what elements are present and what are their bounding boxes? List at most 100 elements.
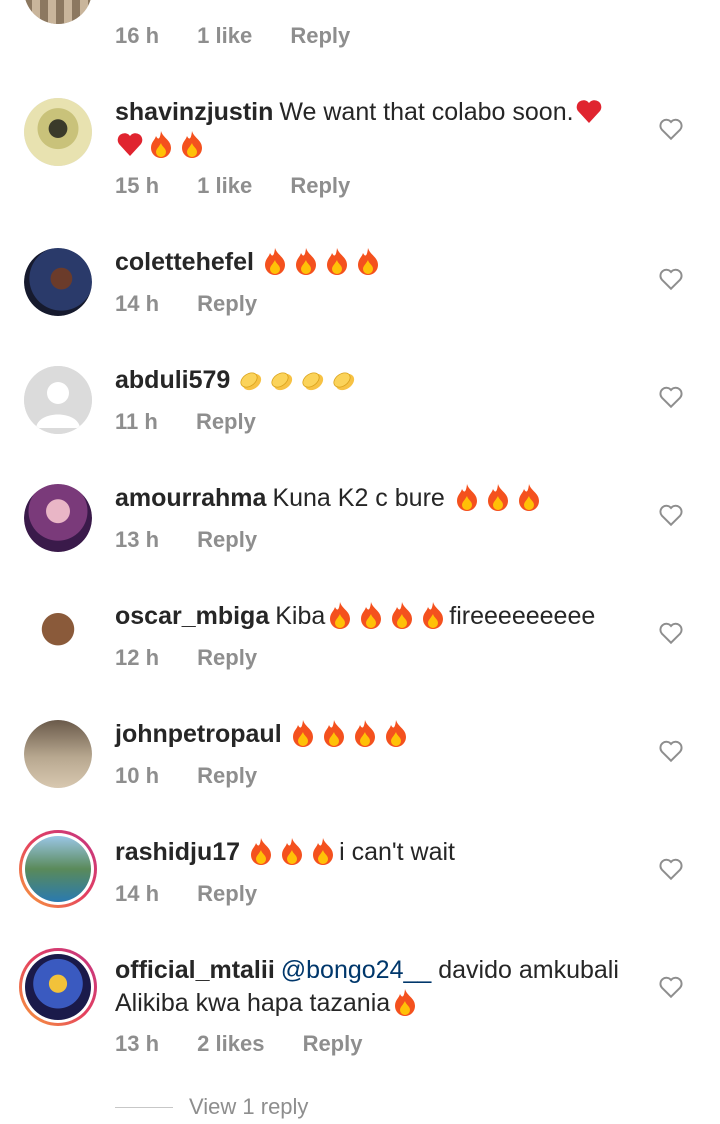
comment-meta: 11 h Reply <box>115 408 288 436</box>
like-heart-icon[interactable] <box>658 738 684 764</box>
comment-text: shavinzjustin We want that colabo soon. <box>115 96 645 162</box>
comment-username[interactable]: official_mtalii <box>115 956 275 984</box>
like-heart-icon[interactable] <box>658 502 684 528</box>
comment-meta: 12 h Reply <box>115 644 289 672</box>
clap-emoji-icon <box>298 364 328 394</box>
comment-meta: 14 h Reply <box>115 290 289 318</box>
avatar-story-ring[interactable] <box>19 830 97 908</box>
fire-emoji-icon <box>452 482 482 512</box>
comment-username[interactable]: johnpetropaul <box>115 720 282 748</box>
comment-username[interactable]: rashidju17 <box>115 838 240 866</box>
comment-username[interactable]: abduli579 <box>115 366 230 394</box>
avatar[interactable] <box>24 366 92 434</box>
like-heart-icon[interactable] <box>658 856 684 882</box>
fire-emoji-icon <box>177 129 207 159</box>
reply-button[interactable]: Reply <box>290 172 350 200</box>
like-heart-icon[interactable] <box>658 974 684 1000</box>
comment-likes[interactable]: 1 like <box>197 172 252 200</box>
comment-text: rashidju17 i can't wait <box>115 836 645 869</box>
fire-emoji-icon <box>260 246 290 276</box>
avatar[interactable] <box>24 484 92 552</box>
comment-text: johnpetropaul <box>115 718 645 751</box>
fire-emoji-icon <box>387 600 417 630</box>
comment-meta: 14 h Reply <box>115 880 289 908</box>
like-heart-icon[interactable] <box>658 266 684 292</box>
comment-body: Kuna K2 c bure <box>272 484 452 512</box>
comment-time: 13 h <box>115 527 160 552</box>
fire-emoji-icon <box>319 718 349 748</box>
reply-button[interactable]: Reply <box>197 880 257 908</box>
comment-time: 13 h <box>115 1031 160 1056</box>
avatar[interactable] <box>24 248 92 316</box>
avatar[interactable] <box>24 720 92 788</box>
clap-emoji-icon <box>329 364 359 394</box>
reply-button[interactable]: Reply <box>197 644 257 672</box>
avatar[interactable] <box>24 0 92 24</box>
comment-meta: 15 h 1 like Reply <box>115 172 382 200</box>
comment-time: 11 h <box>115 409 158 434</box>
fire-emoji-icon <box>291 246 321 276</box>
clap-emoji-icon <box>267 364 297 394</box>
fire-emoji-icon <box>350 718 380 748</box>
comment-username[interactable]: colettehefel <box>115 248 254 276</box>
heart-emoji-icon <box>115 129 145 159</box>
reply-button[interactable]: Reply <box>303 1030 363 1058</box>
avatar[interactable] <box>24 602 92 670</box>
comment-username[interactable]: amourrahma <box>115 484 266 512</box>
comment-time: 12 h <box>115 645 160 670</box>
comment-text: oscar_mbiga Kiba fireeeeeeeee <box>115 600 645 633</box>
reply-button[interactable]: Reply <box>197 762 257 790</box>
comment-time: 14 h <box>115 881 160 906</box>
fire-emoji-icon <box>381 718 411 748</box>
fire-emoji-icon <box>308 836 338 866</box>
mention-link[interactable]: @bongo24__ <box>281 956 432 984</box>
heart-emoji-icon <box>574 96 604 126</box>
comment-time: 10 h <box>115 763 160 788</box>
clap-emoji-icon <box>236 364 266 394</box>
reply-button[interactable]: Reply <box>197 526 257 554</box>
divider <box>115 1106 173 1108</box>
fire-emoji-icon <box>322 246 352 276</box>
comment-username[interactable]: shavinzjustin <box>115 98 273 126</box>
fire-emoji-icon <box>277 836 307 866</box>
comment-time: 15 h <box>115 173 160 198</box>
comment-body: We want that colabo soon. <box>279 98 574 126</box>
avatar[interactable] <box>24 98 92 166</box>
comment-body-suffix: i can't wait <box>339 838 455 866</box>
fire-emoji-icon <box>353 246 383 276</box>
comment-meta: 16 h 1 like Reply <box>115 22 382 50</box>
fire-emoji-icon <box>325 600 355 630</box>
comment-time: 16 h <box>115 23 160 48</box>
comment-text: abduli579 <box>115 364 645 397</box>
fire-emoji-icon <box>483 482 513 512</box>
comment-body: Kiba <box>275 602 326 630</box>
fire-emoji-icon <box>390 987 420 1017</box>
comment-meta: 13 h 2 likes Reply <box>115 1030 394 1058</box>
fire-emoji-icon <box>146 129 176 159</box>
fire-emoji-icon <box>356 600 386 630</box>
fire-emoji-icon <box>246 836 276 866</box>
comment-text: official_mtalii @bongo24__ davido amkubal… <box>115 954 645 1020</box>
fire-emoji-icon <box>288 718 318 748</box>
view-replies-button[interactable]: View 1 reply <box>115 1094 308 1120</box>
comment-time: 14 h <box>115 291 160 316</box>
like-heart-icon[interactable] <box>658 384 684 410</box>
comment-likes[interactable]: 1 like <box>197 22 252 50</box>
fire-emoji-icon <box>514 482 544 512</box>
comment-likes[interactable]: 2 likes <box>197 1030 264 1058</box>
view-replies-label: View 1 reply <box>189 1094 309 1119</box>
reply-button[interactable]: Reply <box>197 290 257 318</box>
avatar-story-ring[interactable] <box>19 948 97 1026</box>
like-heart-icon[interactable] <box>658 620 684 646</box>
reply-button[interactable]: Reply <box>196 408 256 436</box>
default-avatar-icon <box>24 366 92 434</box>
comment-text: colettehefel <box>115 246 645 279</box>
comment-text: amourrahma Kuna K2 c bure <box>115 482 645 515</box>
comment-username[interactable]: oscar_mbiga <box>115 602 269 630</box>
fire-emoji-icon <box>418 600 448 630</box>
reply-button[interactable]: Reply <box>290 22 350 50</box>
comment-meta: 10 h Reply <box>115 762 289 790</box>
comment-body-suffix: fireeeeeeeee <box>449 602 596 630</box>
comment-meta: 13 h Reply <box>115 526 289 554</box>
like-heart-icon[interactable] <box>658 116 684 142</box>
